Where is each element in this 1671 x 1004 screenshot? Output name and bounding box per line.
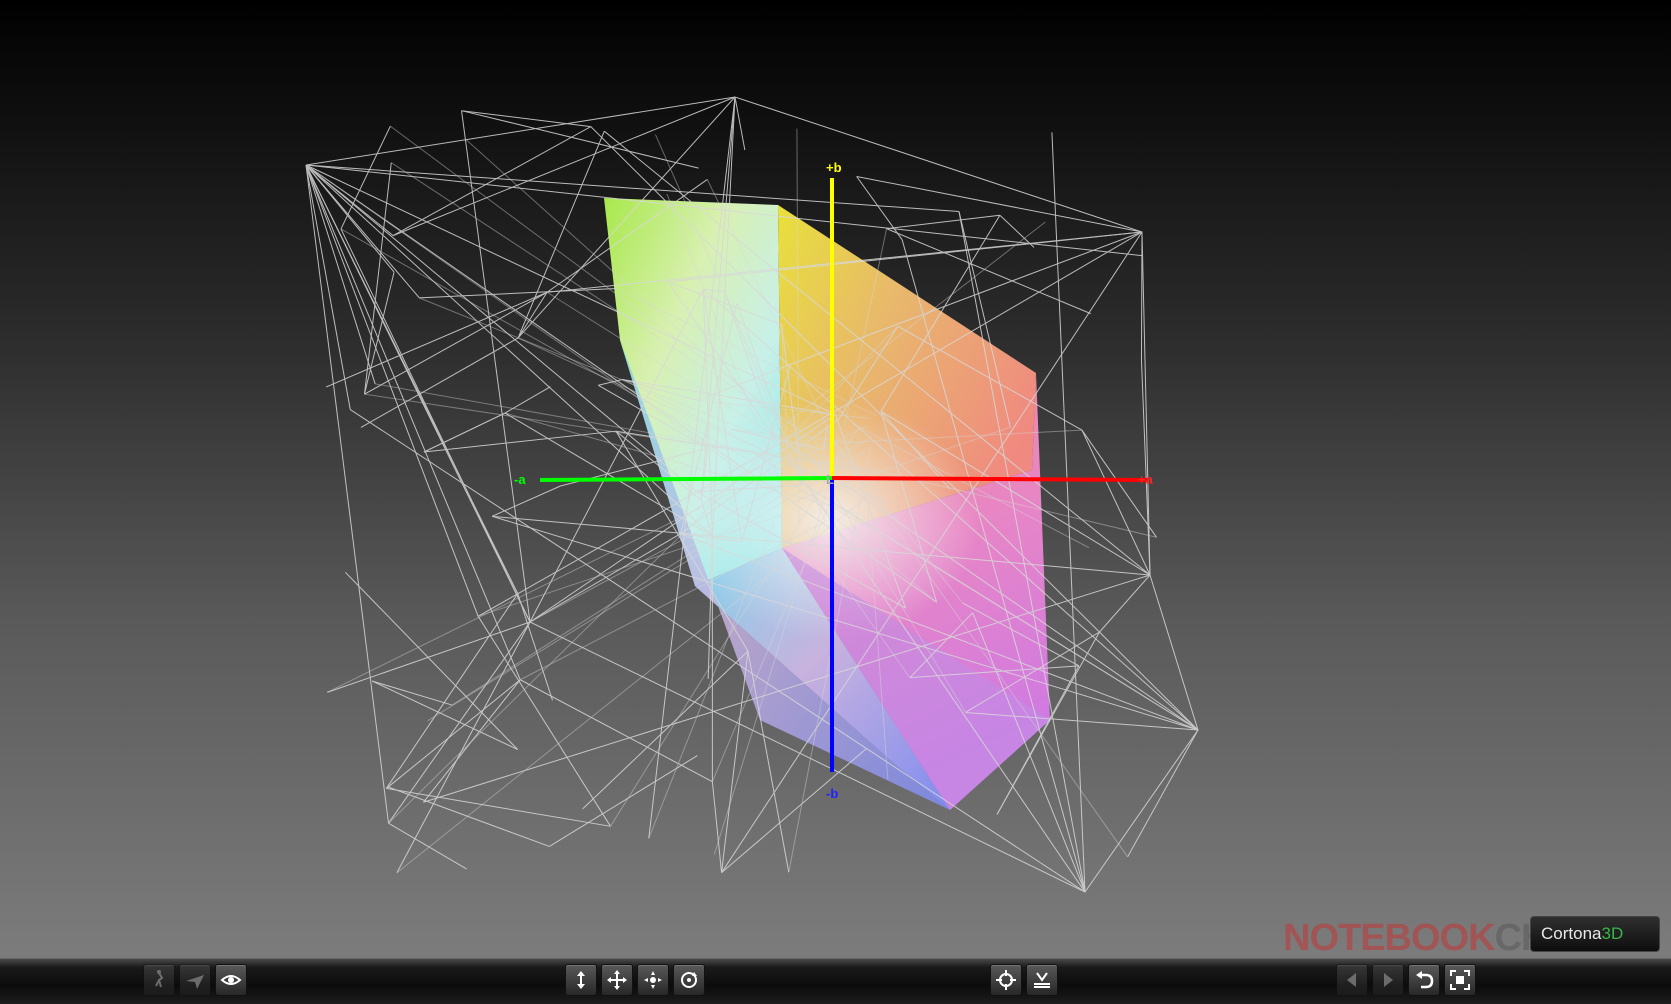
pan-icon: [606, 969, 628, 991]
wireframe-edge: [1141, 232, 1142, 360]
restore-button[interactable]: [1408, 964, 1440, 996]
goto-icon: [995, 969, 1017, 991]
wireframe-edge: [327, 622, 530, 692]
fit-button[interactable]: [1444, 964, 1476, 996]
wireframe-edge: [397, 622, 530, 873]
wireframe-edge: [857, 176, 902, 239]
axis-label-minus-b: -b: [826, 786, 838, 801]
wireframe-edge: [372, 681, 518, 750]
pan-button[interactable]: [601, 964, 633, 996]
walk-icon: [148, 969, 170, 991]
wireframe-edge: [520, 680, 712, 782]
wireframe-edge: [345, 572, 517, 749]
wireframe-edge: [505, 387, 550, 413]
wireframe-edge: [1082, 430, 1150, 575]
watermark-main: NOTEBOOK: [1283, 917, 1495, 959]
prev-viewpoint-button[interactable]: [1336, 964, 1368, 996]
wireframe-edge: [306, 165, 350, 410]
wireframe-edge: [341, 229, 530, 622]
wireframe-edge: [372, 681, 452, 705]
undo-icon: [1413, 969, 1435, 991]
wireframe-edge: [388, 787, 550, 847]
turn-icon: [642, 969, 664, 991]
wireframe-edge: [583, 651, 748, 809]
axis-label-minus-a: -a: [514, 472, 526, 487]
goto-button[interactable]: [990, 964, 1022, 996]
wireframe-edge: [735, 97, 745, 150]
wireframe-edge: [712, 782, 721, 873]
wireframe-edge: [549, 756, 697, 847]
wireframe-edge: [393, 127, 591, 236]
axis-plus-a: [832, 478, 1148, 480]
study-button[interactable]: [215, 964, 247, 996]
wireframe-edge: [424, 413, 505, 452]
wireframe-edge: [478, 616, 610, 826]
wireframe-edge: [1052, 132, 1085, 892]
next-viewpoint-button[interactable]: [1372, 964, 1404, 996]
3d-viewport[interactable]: +b -b -a +a L: [0, 0, 1671, 958]
wireframe-edge: [722, 749, 867, 873]
axis-label-plus-a: +a: [1138, 472, 1154, 487]
wireframe-edge: [306, 165, 375, 384]
wireframe-edge: [1128, 730, 1198, 857]
axis-minus-a: [540, 478, 832, 480]
arrow-left-icon: [1341, 969, 1363, 991]
wireframe-edge: [364, 272, 394, 394]
wireframe-edge: [386, 788, 610, 826]
wireframe-edge: [1100, 575, 1150, 632]
plan-button[interactable]: [565, 964, 597, 996]
wireframe-edge: [326, 292, 547, 387]
wireframe-edge: [462, 111, 591, 127]
wireframe-edge: [492, 486, 560, 516]
cortona3d-logo[interactable]: Cortona3D: [1530, 916, 1660, 952]
brand-accent: 3D: [1601, 924, 1623, 944]
wireframe-edge: [306, 165, 518, 594]
brand-name: Cortona: [1541, 924, 1601, 944]
fly-icon: [184, 969, 206, 991]
roll-icon: [678, 969, 700, 991]
eye-icon: [220, 969, 242, 991]
wireframe-edge: [424, 431, 616, 452]
turn-button[interactable]: [637, 964, 669, 996]
roll-button[interactable]: [673, 964, 705, 996]
axis-label-lightness: L: [826, 472, 834, 487]
navigation-toolbar: [0, 958, 1671, 1004]
align-button[interactable]: [1026, 964, 1058, 996]
wireframe-edge: [386, 680, 520, 789]
axis-label-plus-b: +b: [826, 160, 842, 175]
wireframe-edge: [887, 215, 1000, 228]
align-icon: [1031, 969, 1053, 991]
fit-icon: [1449, 969, 1471, 991]
fly-button[interactable]: [179, 964, 211, 996]
wireframe-edge: [722, 651, 748, 873]
wireframe-edge: [518, 131, 604, 338]
plan-icon: [570, 969, 592, 991]
wireframe-edge: [306, 165, 478, 616]
wireframe-edge: [423, 680, 520, 802]
gamut-scene[interactable]: +b -b -a +a L: [0, 0, 1671, 958]
arrow-right-icon: [1377, 969, 1399, 991]
wireframe-edge: [388, 823, 466, 869]
walk-button[interactable]: [143, 964, 175, 996]
